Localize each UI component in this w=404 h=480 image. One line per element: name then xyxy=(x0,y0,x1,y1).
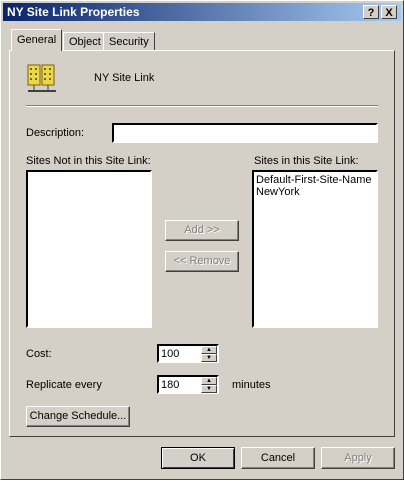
ok-button[interactable]: OK xyxy=(161,447,235,469)
replicate-field[interactable]: 180 ▲ ▼ xyxy=(157,375,219,394)
sites-in-label: Sites in this Site Link: xyxy=(254,155,359,167)
cancel-button[interactable]: Cancel xyxy=(241,447,315,469)
title-bar[interactable]: NY Site Link Properties ? X xyxy=(3,3,401,21)
replicate-label: Replicate every xyxy=(26,379,102,391)
sites-in-list[interactable]: Default-First-Site-Name NewYork xyxy=(252,170,378,328)
list-item[interactable]: NewYork xyxy=(256,186,300,198)
tab-object[interactable]: Object xyxy=(63,32,107,50)
apply-button[interactable]: Apply xyxy=(321,447,395,469)
minutes-label: minutes xyxy=(232,379,271,391)
spin-down-icon[interactable]: ▼ xyxy=(201,354,217,362)
site-link-icon xyxy=(27,64,56,92)
spin-down-icon[interactable]: ▼ xyxy=(201,385,217,393)
properties-dialog: NY Site Link Properties ? X General Obje… xyxy=(0,0,404,480)
remove-button[interactable]: << Remove xyxy=(165,251,239,272)
object-name: NY Site Link xyxy=(94,72,155,84)
spin-up-icon[interactable]: ▲ xyxy=(201,346,217,354)
description-label: Description: xyxy=(26,127,85,139)
spin-up-icon[interactable]: ▲ xyxy=(201,377,217,385)
replicate-spinner[interactable]: ▲ ▼ xyxy=(201,377,217,393)
sites-not-list[interactable] xyxy=(26,170,152,328)
list-item[interactable]: Default-First-Site-Name xyxy=(256,174,372,186)
cost-label: Cost: xyxy=(26,348,52,360)
separator xyxy=(26,105,378,107)
replicate-value: 180 xyxy=(161,379,180,391)
tab-security[interactable]: Security xyxy=(103,32,155,50)
close-button[interactable]: X xyxy=(381,5,397,19)
add-button[interactable]: Add >> xyxy=(165,220,239,241)
general-tab-panel: NY Site Link Description: Sites Not in t… xyxy=(9,50,395,437)
cost-value: 100 xyxy=(161,348,180,360)
cost-spinner[interactable]: ▲ ▼ xyxy=(201,346,217,362)
window-title: NY Site Link Properties xyxy=(7,5,140,19)
help-button[interactable]: ? xyxy=(363,5,379,19)
change-schedule-button[interactable]: Change Schedule... xyxy=(26,406,130,427)
sites-not-label: Sites Not in this Site Link: xyxy=(26,155,151,167)
description-field[interactable] xyxy=(112,123,378,143)
cost-field[interactable]: 100 ▲ ▼ xyxy=(157,344,219,363)
tab-general[interactable]: General xyxy=(11,29,63,51)
